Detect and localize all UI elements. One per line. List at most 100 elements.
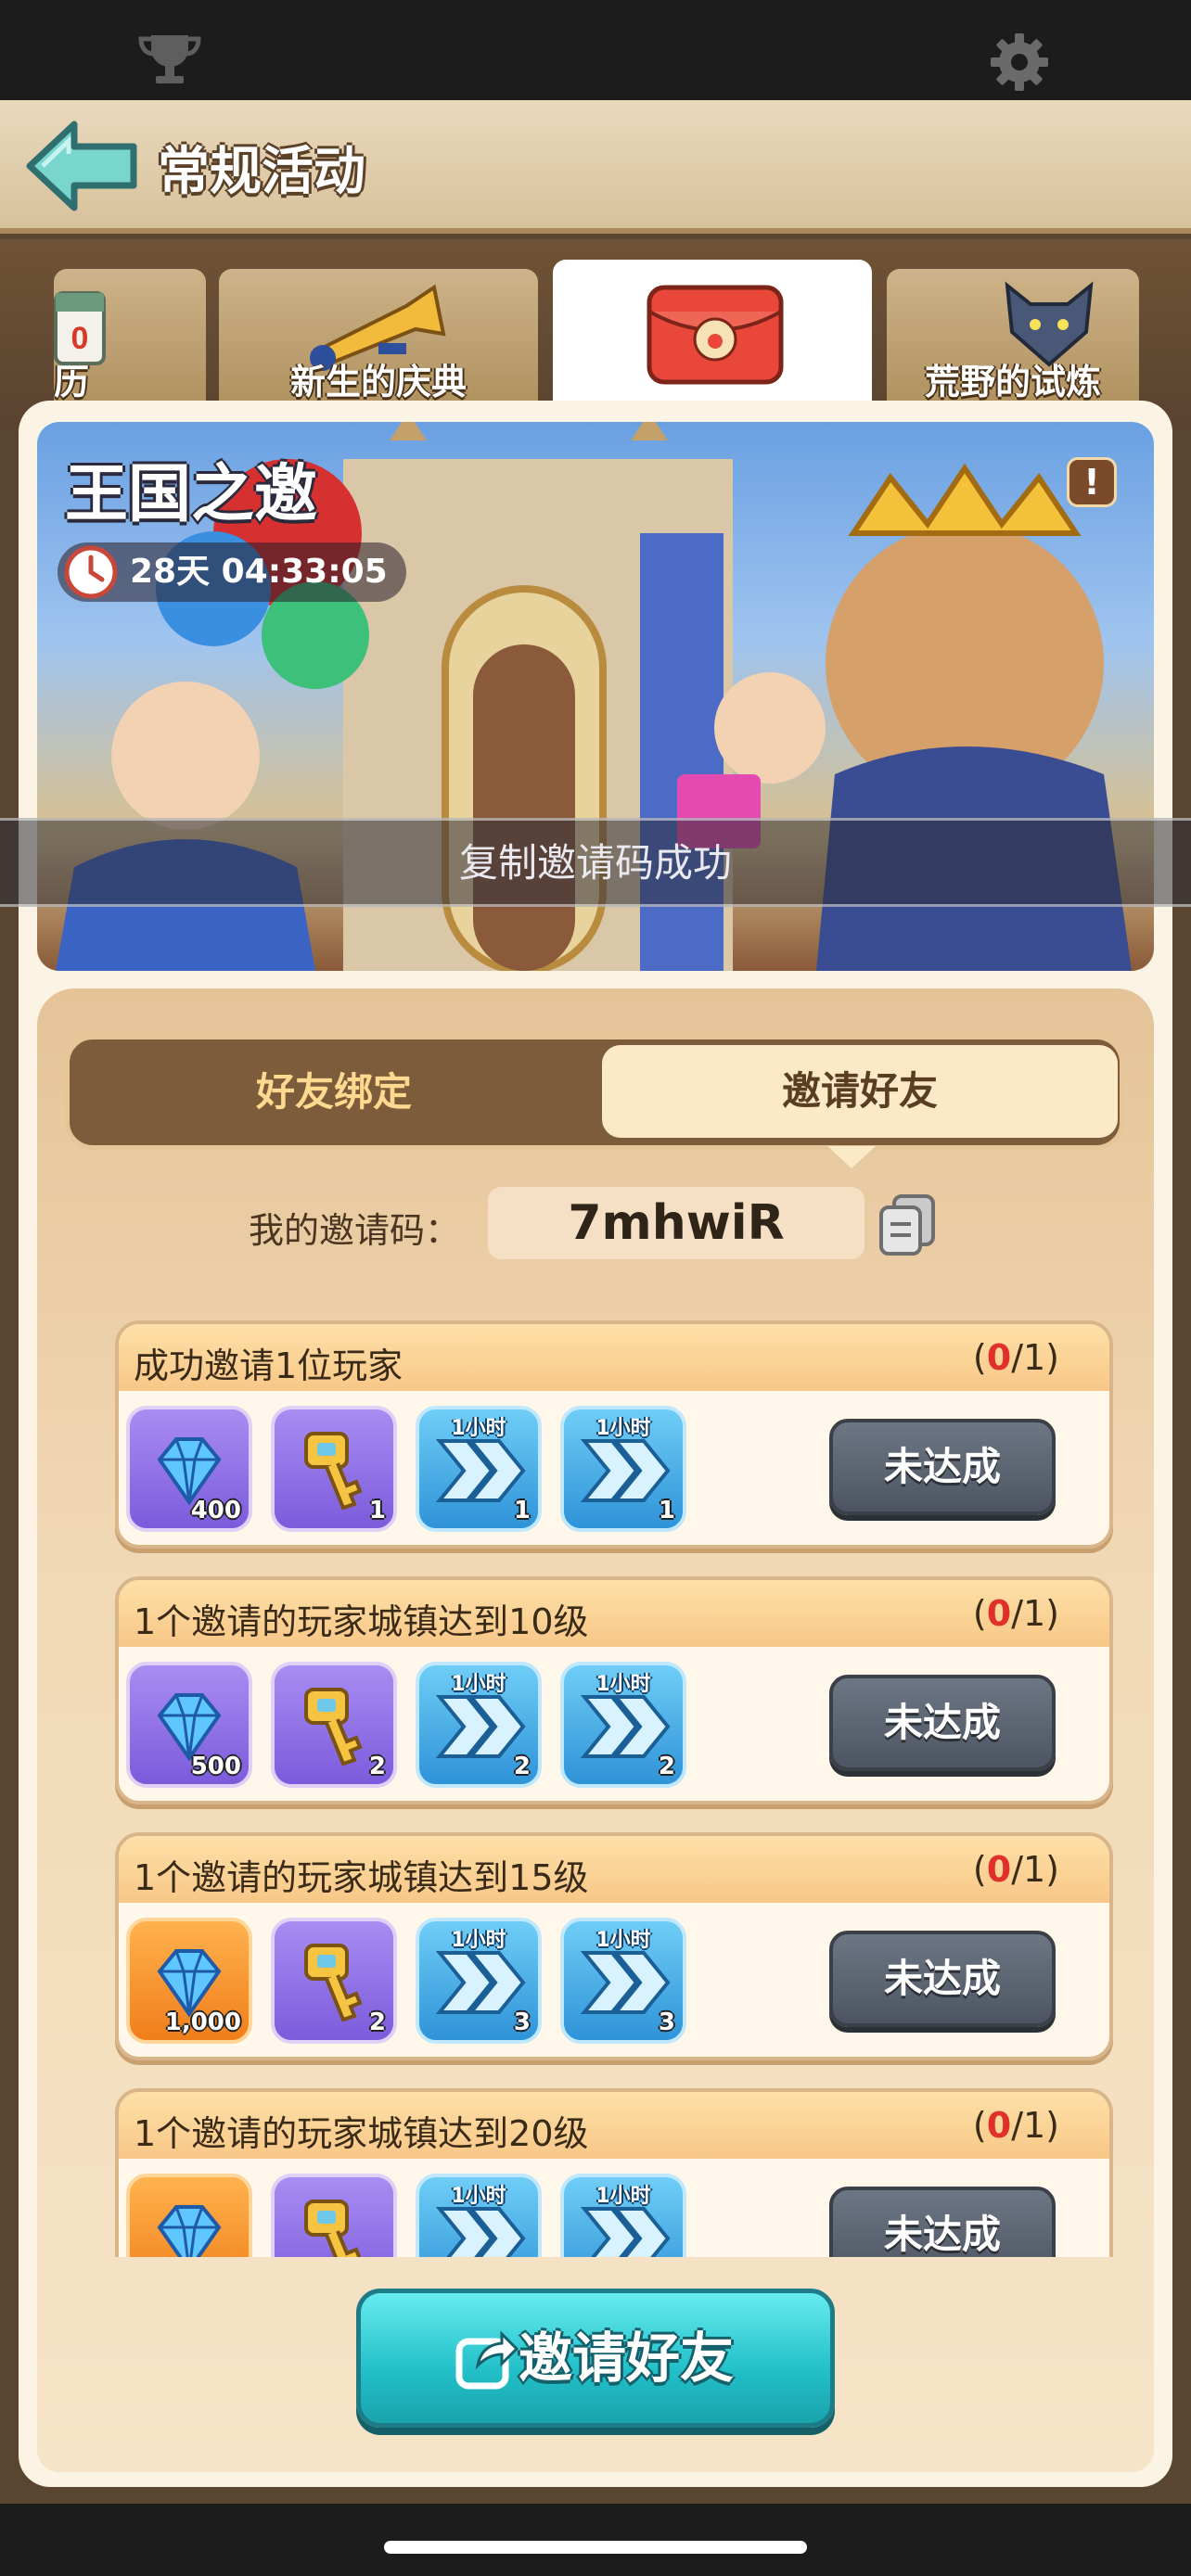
top-bar [0, 0, 1191, 100]
red-envelope-icon [647, 285, 784, 385]
task-progress-total: /1) [1011, 1593, 1059, 1634]
reward-duration: 1小时 [596, 1929, 651, 1952]
reward-gem-icon[interactable]: 1,000 [126, 1918, 252, 2044]
tab-wild-trial[interactable]: 荒野的试炼 [887, 269, 1139, 408]
reward-quantity: 1 [513, 1497, 531, 1524]
claim-status-button[interactable]: 未达成 [829, 2187, 1056, 2257]
reward-quantity: 3 [513, 2009, 531, 2036]
svg-text:0: 0 [71, 321, 89, 356]
task-title: 成功邀请1位玩家 [134, 1345, 403, 1386]
segment-control: 好友绑定 邀请好友 [65, 1035, 1124, 1150]
tab-label: 新生的庆典 [289, 362, 467, 402]
info-button[interactable]: ! [1067, 457, 1117, 507]
toast-message: 复制邀请码成功 [0, 818, 1191, 907]
invite-code-value: 7mhwiR [488, 1187, 864, 1259]
reward-key-icon[interactable]: 2 [271, 1918, 397, 2044]
clock-icon [64, 545, 118, 599]
bottom-bar [0, 2504, 1191, 2576]
reward-quantity: 2 [658, 1753, 675, 1780]
page-title: 常规活动 [158, 142, 365, 202]
task-title: 1个邀请的玩家城镇达到20级 [134, 2113, 589, 2154]
reward-quantity: 2 [368, 2009, 386, 2036]
task-progress-total: /1) [1011, 1849, 1059, 1890]
task-progress-open: ( [972, 2105, 987, 2146]
reward-speedup-icon[interactable]: 1小时 [416, 2174, 542, 2257]
copy-icon[interactable] [877, 1192, 939, 1257]
reward-duration: 1小时 [596, 1673, 651, 1696]
invite-friends-button[interactable]: 邀请好友 [356, 2289, 835, 2428]
task-progress-total: /1) [1011, 2105, 1059, 2146]
reward-key-icon[interactable] [271, 2174, 397, 2257]
task-progress: (0/1) [973, 1849, 1059, 1890]
task-progress-open: ( [972, 1337, 987, 1378]
gear-icon[interactable] [987, 30, 1052, 95]
task-progress: (0/1) [973, 1593, 1059, 1634]
task-card: 1个邀请的玩家城镇达到10级 (0/1) 500 2 1小时 2 1小时 2 未达成 [115, 1576, 1113, 1804]
event-timer: 28天 04:33:05 [58, 542, 406, 602]
task-card-header: 1个邀请的玩家城镇达到20级 (0/1) [119, 2092, 1109, 2159]
reward-quantity: 3 [658, 2009, 675, 2036]
task-card-header: 1个邀请的玩家城镇达到10级 (0/1) [119, 1580, 1109, 1647]
task-progress: (0/1) [973, 1337, 1059, 1378]
reward-speedup-hammer-icon[interactable]: 1小时 1 [416, 1406, 542, 1532]
reward-gem-icon[interactable]: 400 [126, 1406, 252, 1532]
reward-gem-icon[interactable] [126, 2174, 252, 2257]
task-progress-open: ( [972, 1593, 987, 1634]
event-title: 王国之邀 [65, 458, 318, 531]
tab-label: 历 [54, 362, 90, 402]
reward-duration: 1小时 [451, 1417, 506, 1440]
home-indicator[interactable] [384, 2541, 807, 2554]
task-title: 1个邀请的玩家城镇达到15级 [134, 1857, 589, 1898]
task-progress-current: 0 [986, 1849, 1012, 1890]
task-progress: (0/1) [973, 2105, 1059, 2146]
reward-quantity: 400 [190, 1497, 241, 1524]
timer-text: 28天 04:33:05 [130, 553, 388, 591]
reward-speedup-book-icon[interactable]: 1小时 2 [560, 1662, 686, 1788]
segment-pointer [827, 1146, 876, 1168]
trophy-icon[interactable] [137, 32, 202, 87]
task-card: 1个邀请的玩家城镇达到20级 (0/1) 1小时 1小时 未达成 [115, 2088, 1113, 2257]
task-title: 1个邀请的玩家城镇达到10级 [134, 1601, 589, 1642]
reward-speedup-icon[interactable]: 1小时 3 [416, 1918, 542, 2044]
reward-duration: 1小时 [596, 2185, 651, 2208]
segment-invite-friends[interactable]: 邀请好友 [602, 1045, 1118, 1138]
task-progress-open: ( [972, 1849, 987, 1890]
task-card: 1个邀请的玩家城镇达到15级 (0/1) 1,000 2 1小时 3 1小时 3 未达成 [115, 1832, 1113, 2060]
segment-friend-bind[interactable]: 好友绑定 [70, 1039, 598, 1145]
reward-speedup-icon[interactable]: 1小时 2 [416, 1662, 542, 1788]
reward-quantity: 1,000 [164, 2009, 241, 2036]
claim-status-button[interactable]: 未达成 [829, 1419, 1056, 1515]
back-arrow-icon[interactable] [22, 115, 143, 217]
reward-quantity: 2 [368, 1753, 386, 1780]
task-progress-current: 0 [986, 2105, 1012, 2146]
reward-duration: 1小时 [451, 2185, 506, 2208]
tab-label: 荒野的试炼 [924, 362, 1101, 402]
reward-quantity: 500 [190, 1753, 241, 1780]
task-card-header: 1个邀请的玩家城镇达到15级 (0/1) [119, 1836, 1109, 1903]
reward-quantity: 1 [368, 1497, 386, 1524]
reward-speedup-book-icon[interactable]: 1小时 3 [560, 1918, 686, 2044]
claim-status-button[interactable]: 未达成 [829, 1675, 1056, 1771]
reward-key-icon[interactable]: 1 [271, 1406, 397, 1532]
task-progress-current: 0 [986, 1337, 1012, 1378]
task-card-header: 成功邀请1位玩家 (0/1) [119, 1324, 1109, 1391]
reward-key-icon[interactable]: 2 [271, 1662, 397, 1788]
reward-duration: 1小时 [451, 1929, 506, 1952]
reward-duration: 1小时 [596, 1417, 651, 1440]
title-bar: 常规活动 [0, 100, 1191, 234]
task-card: 成功邀请1位玩家 (0/1) 400 1 1小时 1 1小时 1 未达成 [115, 1320, 1113, 1549]
task-list[interactable]: 成功邀请1位玩家 (0/1) 400 1 1小时 1 1小时 1 未达成 1个邀请的玩家城镇达到1… [37, 1307, 1154, 2257]
invite-button-label: 邀请好友 [519, 2327, 735, 2390]
reward-quantity: 1 [658, 1497, 675, 1524]
reward-speedup-helmet-icon[interactable]: 1小时 1 [560, 1406, 686, 1532]
reward-speedup-book-icon[interactable]: 1小时 [560, 2174, 686, 2257]
tab-celebration[interactable]: 新生的庆典 [219, 269, 538, 408]
share-icon [455, 2330, 519, 2390]
task-progress-total: /1) [1011, 1337, 1059, 1378]
reward-quantity: 2 [513, 1753, 531, 1780]
reward-gem-icon[interactable]: 500 [126, 1662, 252, 1788]
claim-status-button[interactable]: 未达成 [829, 1931, 1056, 2027]
task-progress-current: 0 [986, 1593, 1012, 1634]
invite-code-label: 我的邀请码： [249, 1210, 461, 1251]
tab-calendar[interactable]: 0 历 [54, 269, 206, 408]
